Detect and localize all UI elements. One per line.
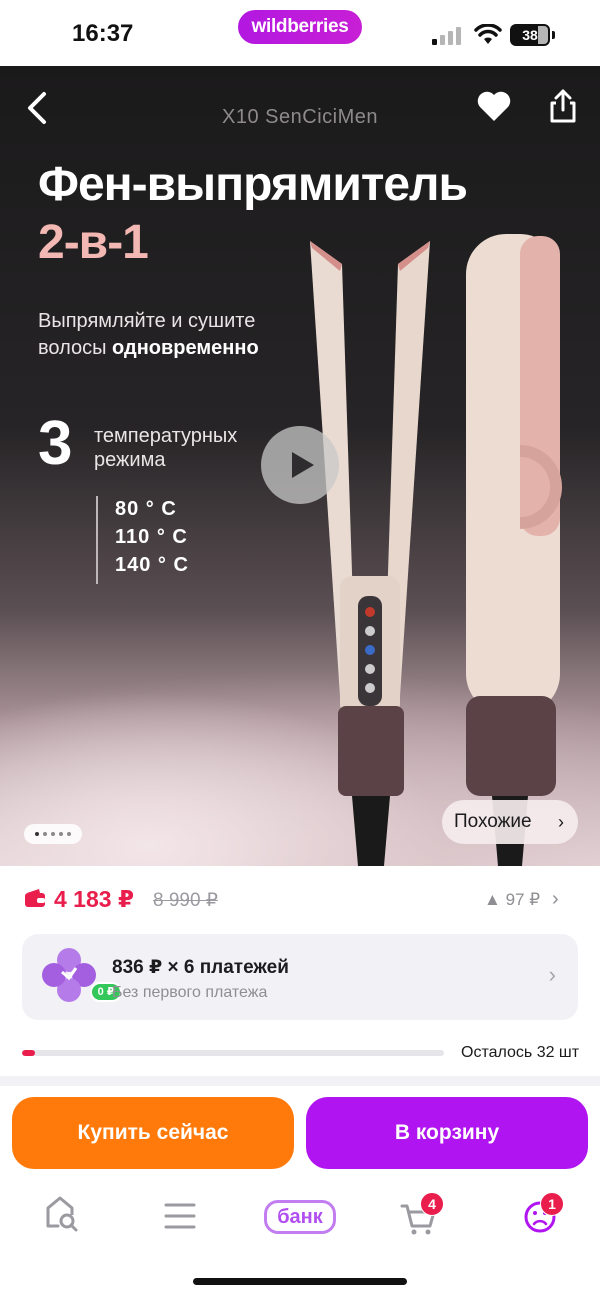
temp-3: 140 ° C: [115, 554, 189, 576]
stock-progress-bar: [22, 1050, 444, 1056]
stock-remaining: Осталось 32 шт: [461, 1044, 580, 1061]
home-indicator: [193, 1278, 407, 1285]
cart-count-badge: 4: [420, 1192, 444, 1216]
signal-icon: [432, 27, 464, 45]
status-time: 16:37: [72, 20, 134, 47]
battery-level: 38: [522, 27, 538, 43]
old-price: 8 990 ₽: [153, 890, 218, 911]
section-divider: [0, 1076, 600, 1086]
stock-progress-fill: [22, 1050, 35, 1056]
chevron-right-icon: ›: [552, 888, 559, 910]
price-row: 4 183 ₽ 8 990 ₽ ▲ 97 ₽ ›: [0, 866, 600, 934]
image-headline: Фен-выпрямитель: [38, 158, 468, 211]
gallery-pagination-dots: [24, 824, 82, 844]
image-subtitle: Выпрямляйте и сушите волосы одновременно: [38, 310, 259, 359]
wildberries-logo-pill[interactable]: wildberries: [238, 10, 362, 44]
profile-notification-badge: 1: [540, 1192, 564, 1216]
bank-tab[interactable]: банк: [264, 1200, 336, 1234]
similar-label: Похожие: [454, 811, 532, 832]
payment-flower-icon: [42, 948, 96, 1002]
wifi-icon: [474, 24, 502, 44]
catalog-menu-icon[interactable]: [150, 1182, 210, 1252]
installment-card[interactable]: 0 ₽ 836 ₽ × 6 платежей Без первого плате…: [22, 934, 578, 1020]
price-change[interactable]: ▲ 97 ₽: [484, 890, 540, 910]
similar-products-button[interactable]: Похожие ›: [442, 800, 578, 844]
installment-title: 836 ₽ × 6 платежей: [112, 957, 289, 978]
temp-1: 80 ° C: [115, 498, 177, 520]
temp-2: 110 ° C: [115, 526, 188, 548]
temps-divider: [96, 496, 98, 584]
product-gallery[interactable]: X10 SenCiciMen Фен-выпрямитель 2-в-1 Вып…: [0, 66, 600, 866]
current-price: 4 183 ₽: [54, 886, 134, 912]
installment-subtitle: Без первого платежа: [112, 984, 268, 1001]
image-headline-accent: 2-в-1: [38, 216, 149, 269]
home-search-icon[interactable]: [30, 1182, 90, 1252]
share-icon[interactable]: [548, 88, 578, 124]
buy-now-button[interactable]: Купить сейчас: [12, 1097, 294, 1169]
modes-count: 3: [38, 409, 73, 478]
bottom-tab-bar: банк 4 1: [0, 1182, 600, 1252]
favorite-heart-icon[interactable]: [476, 90, 512, 122]
add-to-cart-button[interactable]: В корзину: [306, 1097, 588, 1169]
play-video-button[interactable]: [261, 426, 339, 504]
cart-icon[interactable]: [388, 1182, 448, 1252]
modes-label: температурных режима: [94, 425, 238, 471]
status-bar: 16:37 wildberries 38: [0, 0, 600, 66]
battery-icon: 38: [510, 24, 555, 46]
chevron-right-icon: ›: [548, 962, 556, 987]
triangle-up-icon: ▲: [484, 890, 501, 909]
wallet-icon: [25, 889, 45, 907]
profile-icon[interactable]: [510, 1182, 570, 1252]
chevron-right-icon: ›: [558, 812, 564, 832]
